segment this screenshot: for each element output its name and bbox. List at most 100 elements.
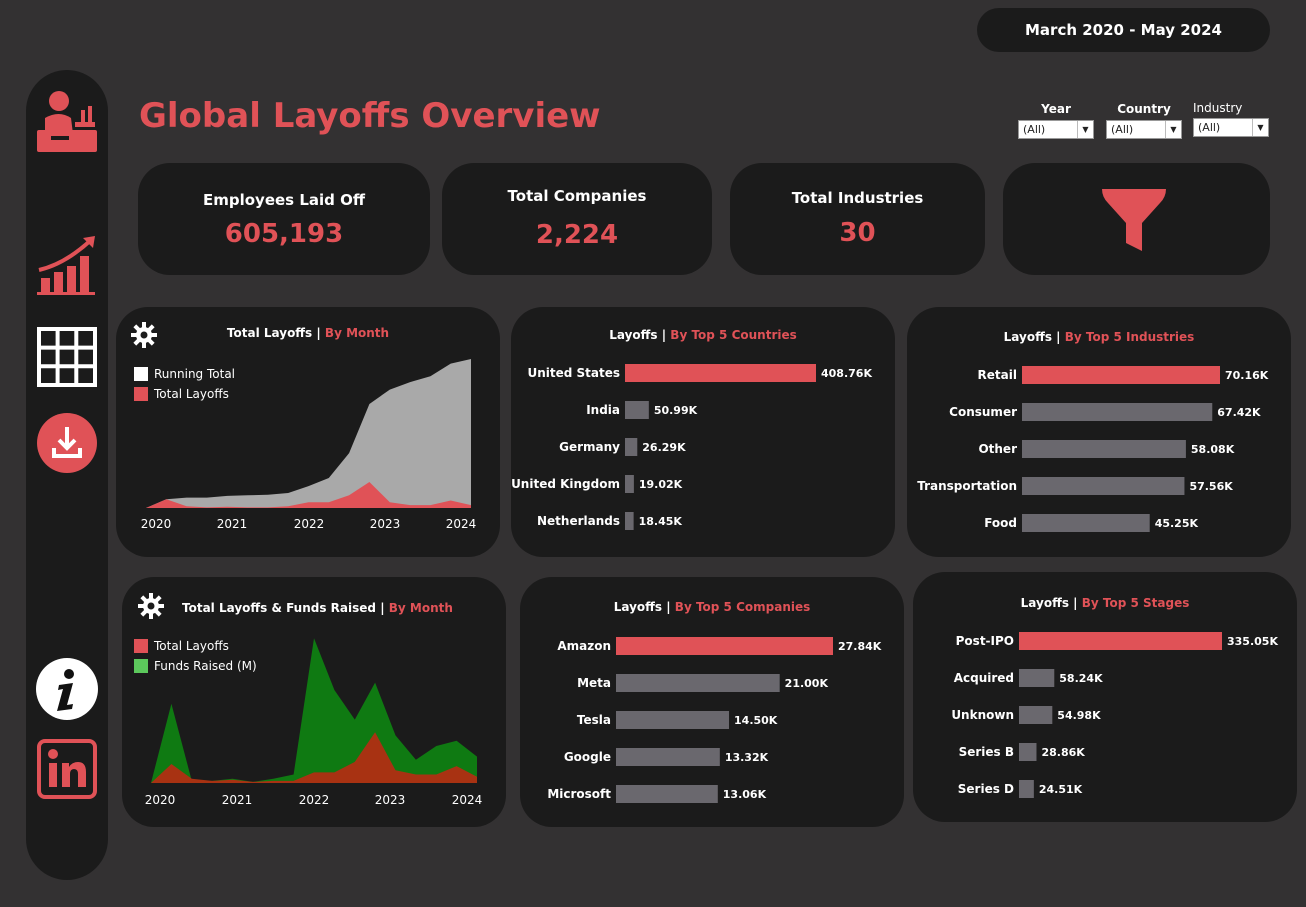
- country-filter: Country (All) ▼: [1106, 102, 1182, 139]
- bar[interactable]: [1022, 366, 1220, 384]
- employee-desk-icon[interactable]: [34, 88, 100, 154]
- filter-label: Year: [1041, 102, 1071, 116]
- companies-bar-chart[interactable]: Amazon 27.84K Meta 21.00K Tesla 14.50K Google 1…: [520, 577, 904, 827]
- bar[interactable]: [1019, 632, 1222, 650]
- filter-label: Industry: [1193, 101, 1243, 115]
- bar-category-label: Netherlands: [537, 514, 620, 528]
- kpi-companies-card: Total Companies 2,224: [442, 163, 712, 275]
- bar-value-label: 27.84K: [838, 640, 882, 653]
- bar-category-label: Post-IPO: [956, 634, 1014, 648]
- x-tick-label: 2022: [299, 793, 330, 807]
- bar-category-label: Google: [564, 750, 611, 764]
- bar-category-label: Consumer: [949, 405, 1017, 419]
- select-value: (All): [1111, 123, 1134, 136]
- top-stages-panel: Layoffs | By Top 5 Stages Post-IPO 335.05…: [913, 572, 1297, 822]
- year-filter: Year (All) ▼: [1018, 102, 1094, 139]
- bar-value-label: 24.51K: [1039, 783, 1083, 796]
- bar[interactable]: [616, 637, 833, 655]
- bar-category-label: Series B: [959, 745, 1014, 759]
- chevron-down-icon[interactable]: ▼: [1252, 119, 1268, 136]
- top-countries-panel: Layoffs | By Top 5 Countries United Stat…: [511, 307, 895, 557]
- top-companies-panel: Layoffs | By Top 5 Companies Amazon 27.84…: [520, 577, 904, 827]
- bar-category-label: United Kingdom: [511, 477, 620, 491]
- bar[interactable]: [625, 364, 816, 382]
- x-tick-label: 2020: [145, 793, 176, 807]
- kpi-value: 605,193: [224, 219, 344, 249]
- sidebar: [26, 70, 108, 880]
- bar[interactable]: [616, 711, 730, 729]
- bar[interactable]: [616, 674, 780, 692]
- bar[interactable]: [616, 785, 718, 803]
- industries-bar-chart[interactable]: Retail 70.16K Consumer 67.42K Other 58.08K Tra…: [907, 307, 1291, 557]
- layoffs-area-chart[interactable]: 2020 2021 2022 2023 2024: [116, 307, 500, 557]
- area-series-1[interactable]: [151, 638, 477, 783]
- table-grid-icon[interactable]: [34, 324, 100, 390]
- x-tick-label: 2024: [446, 517, 477, 531]
- bar-category-label: Tesla: [577, 713, 611, 727]
- bar-value-label: 58.08K: [1191, 443, 1235, 456]
- bar[interactable]: [1019, 780, 1034, 798]
- bar-value-label: 21.00K: [785, 677, 829, 690]
- bar-category-label: Unknown: [951, 708, 1014, 722]
- layoffs-funds-area-chart[interactable]: 2020 2021 2022 2023 2024: [122, 577, 506, 827]
- countries-bar-chart[interactable]: United States 408.76K India 50.99K Germany 26…: [511, 307, 895, 557]
- bar-category-label: Retail: [978, 368, 1017, 382]
- bar[interactable]: [625, 475, 634, 493]
- x-tick-label: 2021: [222, 793, 253, 807]
- download-icon[interactable]: [34, 410, 100, 476]
- bar-category-label: Food: [984, 516, 1017, 530]
- page-title: Global Layoffs Overview: [139, 96, 601, 136]
- bar[interactable]: [1022, 477, 1185, 495]
- funnel-icon[interactable]: [1100, 187, 1168, 253]
- year-select[interactable]: (All) ▼: [1018, 120, 1094, 139]
- bar-value-label: 335.05K: [1227, 635, 1278, 648]
- bar-category-label: Meta: [577, 676, 611, 690]
- bar[interactable]: [1019, 669, 1055, 687]
- bar-value-label: 408.76K: [821, 367, 872, 380]
- bar[interactable]: [1022, 403, 1213, 421]
- area-series-0[interactable]: [146, 359, 471, 508]
- bar-value-label: 70.16K: [1225, 369, 1269, 382]
- bar-value-label: 26.29K: [642, 441, 686, 454]
- layoffs-by-month-panel: Total Layoffs | By Month Running Total T…: [116, 307, 500, 557]
- bar-value-label: 19.02K: [639, 478, 683, 491]
- bar-value-label: 14.50K: [734, 714, 778, 727]
- growth-chart-icon[interactable]: [34, 230, 100, 296]
- stages-bar-chart[interactable]: Post-IPO 335.05K Acquired 58.24K Unknown 54.9…: [913, 572, 1297, 822]
- bar-category-label: United States: [527, 366, 620, 380]
- filter-card[interactable]: [1003, 163, 1270, 275]
- industry-select[interactable]: (All) ▼: [1193, 118, 1269, 137]
- bar-value-label: 13.06K: [723, 788, 767, 801]
- kpi-label: Employees Laid Off: [202, 191, 366, 209]
- chevron-down-icon[interactable]: ▼: [1077, 121, 1093, 138]
- info-icon[interactable]: [34, 656, 100, 722]
- x-tick-label: 2022: [294, 517, 325, 531]
- bar-category-label: Other: [978, 442, 1017, 456]
- filter-label: Country: [1117, 102, 1171, 116]
- x-tick-label: 2021: [217, 517, 248, 531]
- bar-category-label: India: [586, 403, 620, 417]
- country-select[interactable]: (All) ▼: [1106, 120, 1182, 139]
- layoffs-funds-panel: Total Layoffs & Funds Raised | By Month …: [122, 577, 506, 827]
- kpi-value: 2,224: [535, 220, 619, 250]
- bar-value-label: 50.99K: [654, 404, 698, 417]
- bar-value-label: 28.86K: [1041, 746, 1085, 759]
- x-tick-label: 2023: [375, 793, 406, 807]
- bar[interactable]: [625, 438, 638, 456]
- bar[interactable]: [1019, 743, 1037, 761]
- kpi-label: Total Industries: [791, 189, 924, 207]
- industry-filter: Industry (All) ▼: [1193, 101, 1269, 137]
- bar[interactable]: [625, 512, 634, 530]
- bar[interactable]: [1022, 514, 1150, 532]
- bar[interactable]: [1019, 706, 1053, 724]
- linkedin-icon[interactable]: [34, 736, 100, 802]
- bar-value-label: 13.32K: [725, 751, 769, 764]
- bar-category-label: Acquired: [954, 671, 1014, 685]
- bar-value-label: 54.98K: [1057, 709, 1101, 722]
- bar-category-label: Amazon: [557, 639, 611, 653]
- chevron-down-icon[interactable]: ▼: [1165, 121, 1181, 138]
- bar[interactable]: [1022, 440, 1186, 458]
- bar[interactable]: [616, 748, 720, 766]
- bar-value-label: 57.56K: [1189, 480, 1233, 493]
- bar[interactable]: [625, 401, 649, 419]
